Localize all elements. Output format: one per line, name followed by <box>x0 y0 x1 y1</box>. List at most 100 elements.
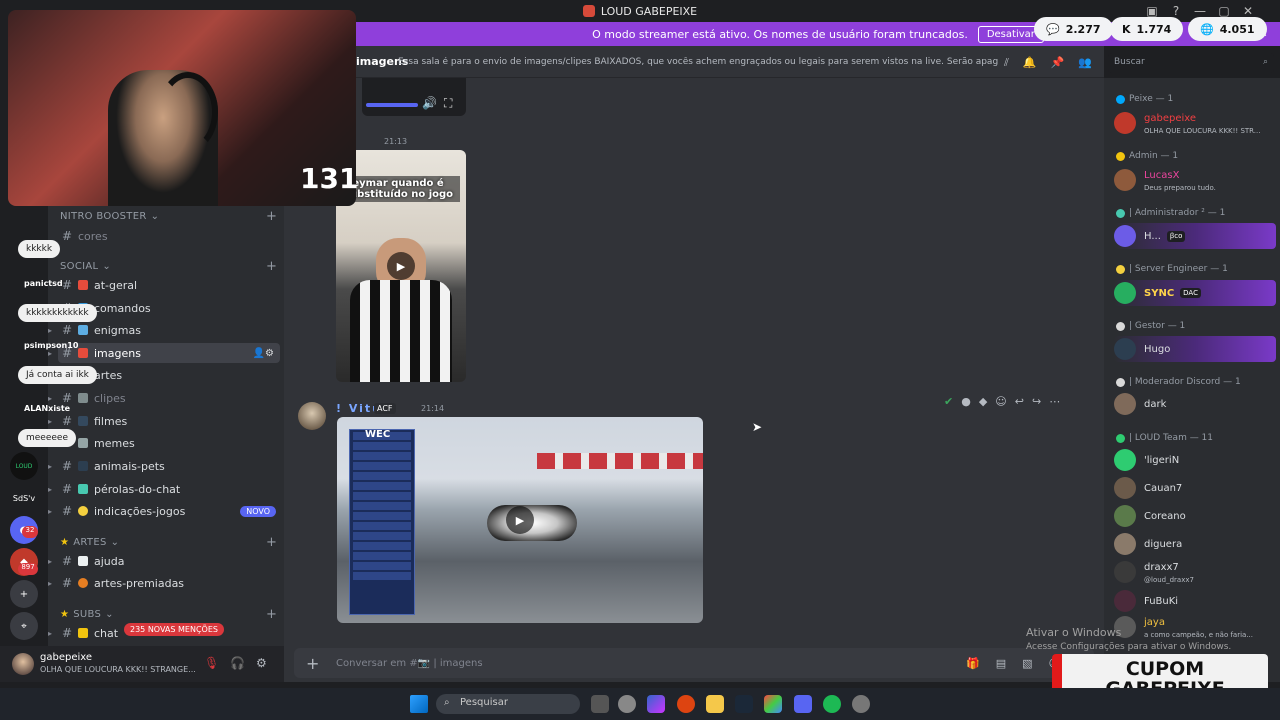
channel-indicacoes-jogos[interactable]: ▸ # indicações-jogos NOVO <box>48 501 280 521</box>
spotify-icon[interactable] <box>823 695 841 713</box>
category-artes[interactable]: ★ ARTES ⌄ + <box>60 535 277 550</box>
category-social[interactable]: SOCIAL ⌄ + <box>60 259 277 274</box>
play-icon[interactable]: ▶ <box>387 252 415 280</box>
channel-cores[interactable]: # cores <box>58 226 280 246</box>
volume-icon[interactable]: 🔊 <box>422 96 437 110</box>
add-server-icon[interactable]: + <box>10 580 38 608</box>
channel-topic[interactable]: Essa sala é para o envio de imagens/clip… <box>398 57 998 67</box>
more-icon[interactable]: ⋯ <box>1049 395 1060 408</box>
avatar <box>1114 225 1136 247</box>
sticker-icon[interactable]: ▧ <box>1022 657 1032 670</box>
fullscreen-icon[interactable]: ⛶ <box>444 96 452 111</box>
volume-slider[interactable] <box>366 103 418 107</box>
avatar <box>1114 169 1136 191</box>
kick-count-pill: K 1.774 <box>1110 17 1184 41</box>
play-icon[interactable]: ▶ <box>506 506 534 534</box>
channel-ajuda[interactable]: ▸ # ajuda <box>48 551 280 571</box>
member-item[interactable]: Hugo <box>1114 336 1276 362</box>
channel-settings-icon[interactable]: 👤⚙ <box>253 348 274 359</box>
member-item[interactable]: dark <box>1114 391 1276 417</box>
member-item[interactable]: gabepeixe OLHA QUE LOUCURA KKK!! STR... <box>1114 110 1276 136</box>
headset-shape <box>158 72 218 152</box>
server-loud[interactable]: LOUD <box>10 452 38 480</box>
member-item[interactable]: H... ꞵco <box>1114 223 1276 249</box>
steam-icon[interactable] <box>735 695 753 713</box>
add-channel-icon[interactable]: + <box>266 607 277 622</box>
forward-icon[interactable]: ↪ <box>1032 395 1041 408</box>
settings-icon[interactable]: ⚙ <box>256 656 267 670</box>
server-badge: 32 <box>22 526 38 538</box>
channel-clipes[interactable]: ▸ # clipes <box>48 388 280 408</box>
member-item[interactable]: Cauan7 <box>1114 475 1276 501</box>
member-item[interactable]: 'ligeriN <box>1114 447 1276 473</box>
avatar[interactable] <box>298 402 326 430</box>
add-channel-icon[interactable]: + <box>266 259 277 274</box>
channel-chat-geral[interactable]: # at-geral <box>58 275 280 295</box>
member-item[interactable]: draxx7 @loud_draxx7 <box>1114 559 1276 585</box>
member-item[interactable]: Coreano <box>1114 503 1276 529</box>
window-title: LOUD GABEPEIXE <box>582 5 697 18</box>
member-item[interactable]: LucasX Deus preparou tudo. <box>1114 167 1276 193</box>
windows-start-icon[interactable] <box>410 695 428 713</box>
app-icon[interactable] <box>852 695 870 713</box>
chevron-down-icon: ⌄ <box>110 537 120 548</box>
hash-icon: # <box>62 576 73 590</box>
check-reaction-icon[interactable]: ✔ <box>944 395 953 408</box>
video-attachment[interactable]: WEC ▶ <box>337 417 703 623</box>
server-sds[interactable]: SdS'v <box>10 484 38 512</box>
stream-chat-author: ALANxiste <box>24 404 71 413</box>
gif-icon[interactable]: ▤ <box>996 657 1006 670</box>
avatar[interactable] <box>12 653 34 675</box>
app-icon[interactable] <box>618 695 636 713</box>
add-reaction-icon[interactable]: ☺ <box>995 395 1006 408</box>
reaction-icon[interactable]: ◆ <box>979 395 987 408</box>
star-icon: ★ <box>60 537 70 548</box>
threads-icon[interactable]: ⫽ <box>1004 56 1009 70</box>
channel-imagens[interactable]: ▸ # imagens 👤⚙ <box>48 343 280 363</box>
add-attachment-icon[interactable]: + <box>306 654 319 673</box>
search-input[interactable]: Buscar ⌕ <box>1108 53 1274 73</box>
reaction-icon[interactable]: ● <box>961 395 971 408</box>
hash-icon: # <box>62 229 73 243</box>
mute-icon[interactable]: 🎙 <box>204 656 219 670</box>
pin-icon[interactable]: 📌 <box>1051 56 1065 70</box>
avatar <box>1114 505 1136 527</box>
gift-icon[interactable]: 🎁 <box>966 657 980 670</box>
file-explorer-icon[interactable] <box>706 695 724 713</box>
hash-icon: # <box>62 459 73 473</box>
category-subs[interactable]: ★ SUBS ⌄ + <box>60 607 277 622</box>
user-name[interactable]: gabepeixe <box>40 652 92 663</box>
app-icon[interactable] <box>764 695 782 713</box>
member-item[interactable]: FuBuKi <box>1114 588 1276 614</box>
channel-enigmas[interactable]: ▸ # enigmas <box>48 320 280 340</box>
clan-tag[interactable]: ACF <box>374 403 396 414</box>
channel-memes[interactable]: ▸#memes <box>48 433 280 453</box>
message-composer[interactable]: + Conversar em #📷 | imagens 🎁 ▤ ▧ ☺ <box>294 648 1094 678</box>
headphones-icon[interactable]: 🎧 <box>230 656 245 670</box>
reply-icon[interactable]: ↩ <box>1015 395 1024 408</box>
new-mentions-badge[interactable]: 235 NOVAS MENÇÕES <box>124 623 224 636</box>
add-channel-icon[interactable]: + <box>266 209 277 224</box>
channel-artes-premiadas[interactable]: ▸ # artes-premiadas <box>48 573 280 593</box>
taskbar-search[interactable]: ⌕ Pesquisar <box>436 694 580 714</box>
chat-count-pill: 💬 2.277 <box>1034 17 1113 41</box>
opera-icon[interactable] <box>677 695 695 713</box>
category-nitro-booster[interactable]: NITRO BOOSTER ⌄ + <box>60 209 277 224</box>
message-timestamp: 21:13 <box>384 137 408 146</box>
member-item[interactable]: SYNC DAC <box>1114 280 1276 306</box>
user-status: OLHA QUE LOUCURA KKK!! STRANGE... <box>40 665 196 674</box>
add-channel-icon[interactable]: + <box>266 535 277 550</box>
channel-animais-pets[interactable]: ▸ # animais-pets <box>48 456 280 476</box>
task-view-icon[interactable] <box>591 695 609 713</box>
channel-filmes[interactable]: ▸ # filmes <box>48 411 280 431</box>
member-item[interactable]: diguera <box>1114 531 1276 557</box>
bell-icon[interactable]: 🔔 <box>1023 56 1037 70</box>
channel-perolas-do-chat[interactable]: ▸ # pérolas-do-chat <box>48 479 280 499</box>
members-icon[interactable]: 👥 <box>1078 56 1092 70</box>
role-icon <box>1116 321 1125 331</box>
role-header: | Administrador ² — 1 <box>1116 208 1225 218</box>
discord-icon[interactable] <box>794 695 812 713</box>
copilot-icon[interactable] <box>647 695 665 713</box>
hash-icon: # <box>62 414 73 428</box>
explore-icon[interactable]: ⌖ <box>10 612 38 640</box>
